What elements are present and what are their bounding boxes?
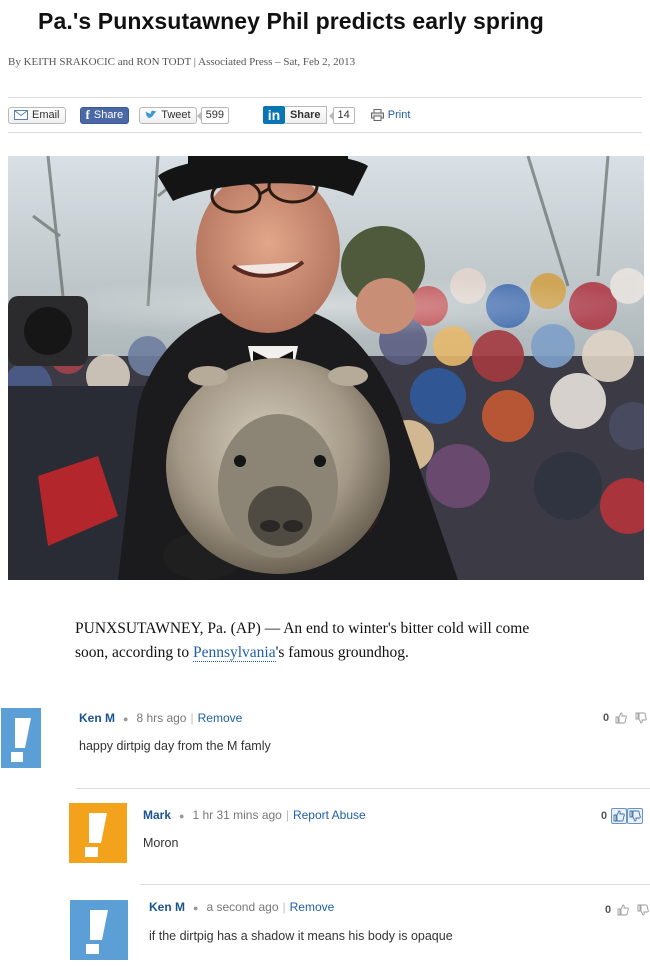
remove-link[interactable]: Remove xyxy=(198,711,243,725)
comment-divider xyxy=(76,788,650,789)
avatar[interactable] xyxy=(70,900,128,960)
avatar[interactable] xyxy=(1,708,41,768)
share-bar-top-divider xyxy=(8,97,642,98)
comment-divider xyxy=(140,884,650,885)
article-photo xyxy=(8,156,644,580)
thumbs-down-icon[interactable] xyxy=(627,808,644,824)
print-label: Print xyxy=(387,109,411,121)
comment-time: 8 hrs ago xyxy=(136,711,187,725)
article-headline: Pa.'s Punxsutawney Phil predicts early s… xyxy=(38,8,544,34)
meta-dot: ● xyxy=(123,714,129,724)
article-lead-paragraph: PUNXSUTAWNEY, Pa. (AP) — An end to winte… xyxy=(75,617,565,665)
report-abuse-link[interactable]: Report Abuse xyxy=(293,808,366,822)
comment-author[interactable]: Mark xyxy=(143,808,171,822)
linkedin-share-label: Share xyxy=(284,106,327,124)
avatar-exclamation-icon xyxy=(69,803,127,863)
meta-separator: | xyxy=(282,900,286,914)
avatar-exclamation-icon xyxy=(1,708,41,768)
linkedin-share-button[interactable]: in Share 14 xyxy=(262,106,355,124)
vote-count: 0 xyxy=(603,712,610,724)
print-button[interactable]: Print xyxy=(370,109,411,121)
thumbs-down-icon[interactable] xyxy=(633,710,649,726)
facebook-icon: f xyxy=(85,107,90,122)
comment-time: a second ago xyxy=(206,900,279,914)
facebook-share-label: Share xyxy=(93,109,124,121)
pennsylvania-link[interactable]: Pennsylvania xyxy=(192,644,276,662)
facebook-share-button[interactable]: f Share xyxy=(79,106,130,124)
vote-count: 0 xyxy=(605,904,612,916)
thumbs-up-icon[interactable] xyxy=(611,808,628,824)
email-label: Email xyxy=(32,109,60,121)
share-bar-bottom-divider xyxy=(8,132,642,133)
meta-separator: | xyxy=(190,711,194,725)
meta-separator: | xyxy=(285,808,289,822)
comment-votes: 0 xyxy=(601,808,644,824)
print-icon xyxy=(370,109,384,121)
tweet-button[interactable]: Tweet xyxy=(139,106,197,124)
linkedin-icon: in xyxy=(262,106,285,124)
comment-meta: Ken M ● a second ago | Remove xyxy=(149,900,334,914)
comment-author[interactable]: Ken M xyxy=(149,900,185,914)
article-byline: By KEITH SRAKOCIC and RON TODT | Associa… xyxy=(8,56,356,68)
comment-body: if the dirtpig has a shadow it means his… xyxy=(149,929,453,943)
vote-count: 0 xyxy=(601,810,608,822)
comment-meta: Ken M ● 8 hrs ago | Remove xyxy=(79,711,242,725)
remove-link[interactable]: Remove xyxy=(290,900,335,914)
email-button[interactable]: Email xyxy=(8,106,66,124)
groundhog-photo-illustration xyxy=(8,156,644,580)
thumbs-up-icon[interactable] xyxy=(615,902,631,918)
comment-votes: 0 xyxy=(603,710,649,726)
comment-votes: 0 xyxy=(605,902,650,918)
tweet-count: 599 xyxy=(196,106,229,124)
comment-body: happy dirtpig day from the M famly xyxy=(79,739,271,753)
thumbs-up-icon[interactable] xyxy=(613,710,629,726)
comment-author[interactable]: Ken M xyxy=(79,711,115,725)
thumbs-down-icon[interactable] xyxy=(635,902,650,918)
avatar-exclamation-icon xyxy=(70,900,128,960)
comment-body: Moron xyxy=(143,836,179,850)
comment-time: 1 hr 31 mins ago xyxy=(192,808,282,822)
twitter-icon xyxy=(145,110,157,119)
avatar[interactable] xyxy=(69,803,127,863)
comment-meta: Mark ● 1 hr 31 mins ago | Report Abuse xyxy=(143,808,366,822)
email-icon xyxy=(14,110,28,120)
share-bar: Email f Share Tweet 599 in Share 14 Prin… xyxy=(8,104,410,126)
meta-dot: ● xyxy=(179,811,185,821)
meta-dot: ● xyxy=(193,903,199,913)
tweet-label: Tweet xyxy=(161,109,191,121)
linkedin-count: 14 xyxy=(328,106,355,124)
lead-text-end: 's famous groundhog. xyxy=(275,644,409,661)
